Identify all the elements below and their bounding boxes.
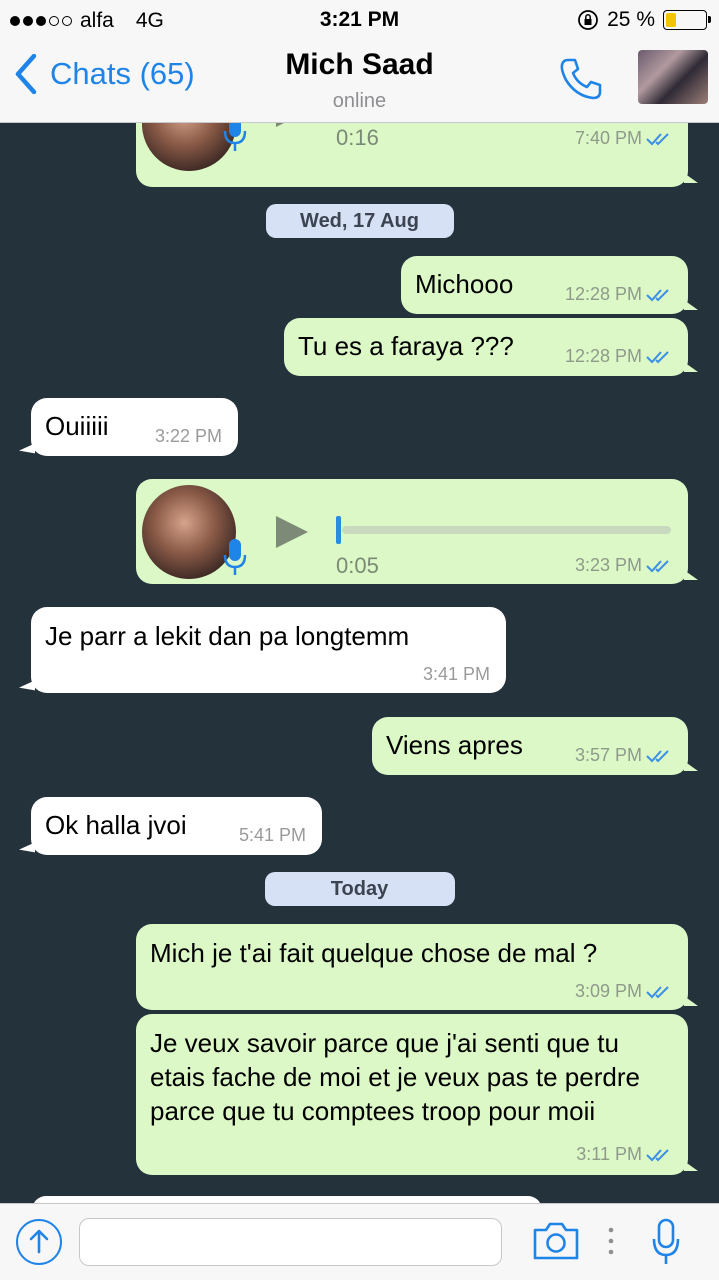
microphone-icon bbox=[223, 539, 247, 575]
contact-avatar[interactable] bbox=[638, 50, 708, 104]
message-bubble[interactable]: Je veux savoir parce que j'ai senti que … bbox=[136, 1014, 698, 1175]
voice-duration: 0:16 bbox=[336, 125, 379, 150]
voice-scrubber-knob[interactable] bbox=[336, 516, 341, 544]
battery-icon bbox=[663, 10, 711, 30]
message-time: 12:28 PM bbox=[564, 346, 642, 366]
message-text: Michooo bbox=[415, 269, 514, 299]
read-receipt-icon bbox=[646, 288, 669, 301]
contact-status: online bbox=[332, 90, 387, 112]
input-bar bbox=[0, 1203, 719, 1280]
message-time: 3:57 PM bbox=[574, 745, 642, 765]
message-bubble[interactable]: Je parr a lekit dan pa longtemm 3:41 PM bbox=[31, 607, 506, 693]
read-receipt-icon bbox=[646, 985, 669, 998]
message-time: 3:09 PM bbox=[574, 981, 642, 1001]
message-bubble[interactable]: Viens apres 3:57 PM bbox=[372, 717, 698, 775]
message-bubble[interactable]: Mich je t'ai fait quelque chose de mal ?… bbox=[136, 924, 698, 1010]
message-time: 12:28 PM bbox=[564, 284, 642, 304]
battery-percent: 25 % bbox=[607, 8, 655, 31]
message-text: Viens apres bbox=[386, 730, 523, 760]
message-time: 5:41 PM bbox=[238, 825, 306, 845]
message-input[interactable] bbox=[79, 1218, 502, 1266]
voice-message[interactable]: 0:05 3:23 PM bbox=[136, 479, 698, 584]
message-list[interactable]: 0:16 7:40 PM Wed, 17 Aug Michooo 12:28 P… bbox=[0, 123, 719, 1203]
phone-icon[interactable] bbox=[558, 56, 604, 102]
voice-duration: 0:05 bbox=[336, 553, 379, 578]
play-icon[interactable] bbox=[274, 123, 310, 129]
date-separator: Wed, 17 Aug bbox=[265, 204, 454, 238]
voice-progress-track[interactable] bbox=[342, 526, 671, 534]
message-bubble[interactable]: Ouiiiii 3:22 PM bbox=[31, 398, 238, 456]
camera-icon[interactable] bbox=[531, 1220, 581, 1262]
top-bar: alfa 4G 3:21 PM 25 % Chats (65) Mich Saa… bbox=[0, 0, 719, 123]
message-bubble[interactable]: Tu es a faraya ??? 12:28 PM bbox=[284, 318, 698, 376]
read-receipt-icon bbox=[646, 559, 669, 572]
message-text: Je veux savoir parce que j'ai senti que … bbox=[150, 1028, 640, 1126]
more-icon[interactable] bbox=[606, 1226, 616, 1256]
upload-icon bbox=[29, 1229, 49, 1254]
rotation-lock-icon bbox=[578, 10, 599, 30]
microphone-icon bbox=[223, 123, 247, 151]
message-bubble[interactable]: Michooo 12:28 PM bbox=[401, 256, 698, 314]
message-time: 3:22 PM bbox=[154, 426, 222, 446]
microphone-icon[interactable] bbox=[651, 1217, 681, 1267]
message-text: Tu es a faraya ??? bbox=[298, 331, 514, 361]
message-time: 7:40 PM bbox=[574, 128, 642, 148]
message-text: Ok halla jvoi bbox=[45, 810, 187, 840]
read-receipt-icon bbox=[646, 749, 669, 762]
message-text: Mich je t'ai fait quelque chose de mal ? bbox=[150, 938, 598, 968]
upload-button[interactable] bbox=[16, 1219, 62, 1265]
message-time: 3:23 PM bbox=[574, 555, 642, 575]
read-receipt-icon bbox=[646, 132, 669, 145]
message-bubble[interactable]: Ok halla jvoi 5:41 PM bbox=[31, 797, 322, 855]
date-separator: Today bbox=[264, 872, 455, 906]
message-time: 3:41 PM bbox=[422, 664, 490, 684]
play-icon[interactable] bbox=[274, 514, 310, 550]
message-time: 3:11 PM bbox=[576, 1144, 642, 1164]
voice-message[interactable]: 0:16 7:40 PM bbox=[136, 123, 698, 187]
contact-name[interactable]: Mich Saad bbox=[0, 48, 719, 82]
read-receipt-icon bbox=[646, 350, 669, 363]
status-bar: alfa 4G 3:21 PM 25 % bbox=[0, 0, 719, 40]
message-text: Ouiiiii bbox=[45, 411, 109, 441]
chat-header: Chats (65) Mich Saad online bbox=[0, 40, 719, 123]
read-receipt-icon bbox=[646, 1148, 669, 1161]
message-text: Je parr a lekit dan pa longtemm bbox=[45, 621, 410, 651]
